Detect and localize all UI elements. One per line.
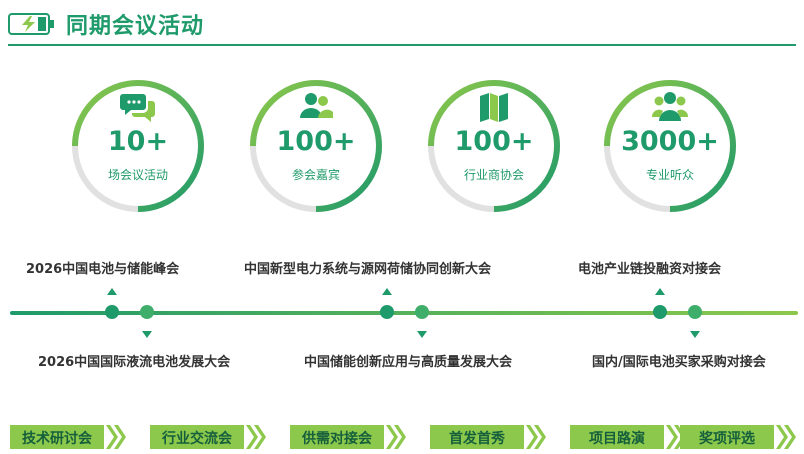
event-battery-storage-summit: 2026中国电池与储能峰会: [26, 262, 180, 277]
stat-guests: 100+ 参会嘉宾: [248, 78, 384, 214]
stat-number: 100+: [276, 126, 356, 157]
timeline-dot: [105, 305, 119, 319]
page-title: 同期会议活动: [66, 14, 205, 39]
timeline-dot: [140, 305, 154, 319]
chevrons-right-icon: [776, 425, 796, 449]
arrow-up-icon: [655, 288, 665, 295]
timeline-dot: [688, 305, 702, 319]
timeline-dot: [653, 305, 667, 319]
stat-number: 100+: [454, 126, 534, 157]
stat-number: 10+: [107, 126, 169, 157]
stat-label: 场会议活动: [107, 168, 168, 182]
stat-associations: 100+ 行业商协会: [426, 78, 562, 214]
timeline-dot: [415, 305, 429, 319]
event-investment-matchmaking: 电池产业链投融资对接会: [578, 262, 722, 277]
stat-number: 3000+: [621, 126, 719, 157]
tag-label: 奖项评选: [699, 431, 755, 447]
tag-label: 供需对接会: [302, 431, 372, 447]
timeline-dot: [380, 305, 394, 319]
event-power-system-conference: 中国新型电力系统与源网荷储协同创新大会: [244, 262, 492, 277]
battery-charging-icon: [8, 13, 54, 35]
stat-meetings: 10+ 场会议活动: [70, 78, 206, 214]
arrow-down-icon: [142, 331, 152, 338]
stat-label: 行业商协会: [463, 168, 524, 182]
tag-label: 行业交流会: [162, 431, 232, 447]
arrow-down-icon: [417, 331, 427, 338]
chevrons-right-icon: [106, 425, 126, 449]
map-icon: [480, 93, 508, 122]
arrow-up-icon: [382, 288, 392, 295]
audience-icon: [652, 92, 688, 121]
arrow-up-icon: [107, 288, 117, 295]
event-storage-innovation-conference: 中国储能创新应用与高质量发展大会: [304, 355, 513, 370]
stat-label: 专业听众: [645, 168, 694, 182]
stat-label: 参会嘉宾: [291, 168, 340, 182]
section-header: 同期会议活动: [8, 6, 796, 46]
tag-label: 项目路演: [589, 431, 645, 447]
arrow-down-icon: [690, 331, 700, 338]
tag-label: 技术研讨会: [22, 431, 92, 447]
event-buyer-procurement-matchmaking: 国内/国际电池买家采购对接会: [592, 355, 766, 370]
event-flow-battery-conference: 2026中国国际液流电池发展大会: [38, 355, 231, 370]
people-icon: [300, 93, 333, 118]
header-divider: [8, 44, 796, 46]
stat-audience: 3000+ 专业听众: [602, 78, 738, 214]
chevrons-right-icon: [526, 425, 546, 449]
chevrons-right-icon: [246, 425, 266, 449]
chevrons-right-icon: [386, 425, 406, 449]
tag-label: 首发首秀: [449, 431, 505, 447]
timeline-line: [10, 311, 798, 315]
chat-bubbles-icon: [120, 94, 155, 122]
